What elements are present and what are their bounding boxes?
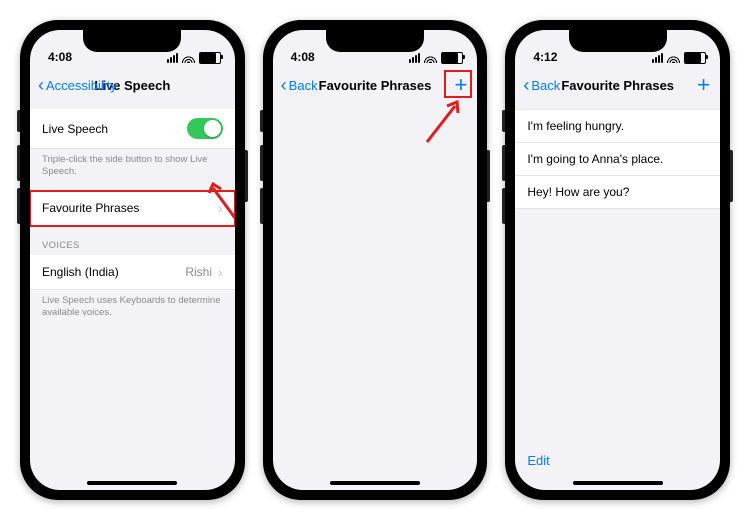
back-button[interactable]: ‹ Back xyxy=(281,76,318,94)
home-indicator[interactable] xyxy=(573,481,663,485)
cellular-icon xyxy=(167,53,178,63)
chevron-left-icon: ‹ xyxy=(281,76,287,94)
wifi-icon xyxy=(424,54,437,63)
favourite-phrases-row[interactable]: Favourite Phrases › xyxy=(30,191,235,226)
nav-bar: ‹ Back Favourite Phrases + xyxy=(515,67,720,103)
status-time: 4:08 xyxy=(291,50,315,64)
cellular-icon xyxy=(652,53,663,63)
notch xyxy=(326,30,424,52)
page-title: Favourite Phrases xyxy=(561,78,674,93)
edit-label: Edit xyxy=(527,453,549,468)
notch xyxy=(83,30,181,52)
wifi-icon xyxy=(667,54,680,63)
phrase-text: I'm going to Anna's place. xyxy=(527,152,663,166)
edit-button[interactable]: Edit xyxy=(527,453,549,468)
row-label: Favourite Phrases xyxy=(42,201,139,215)
screen-live-speech: 4:08 ‹ Accessibility Live Speech Live Sp… xyxy=(30,30,235,490)
live-speech-toggle-row[interactable]: Live Speech xyxy=(30,109,235,149)
wifi-icon xyxy=(182,54,195,63)
page-title: Favourite Phrases xyxy=(319,78,432,93)
home-indicator[interactable] xyxy=(87,481,177,485)
phrase-row[interactable]: I'm feeling hungry. xyxy=(515,109,720,143)
notch xyxy=(569,30,667,52)
voice-language: English (India) xyxy=(42,265,119,279)
screen-fav-phrases-list: 4:12 ‹ Back Favourite Phrases + I'm feel… xyxy=(515,30,720,490)
back-label: Back xyxy=(289,78,318,93)
phrase-text: Hey! How are you? xyxy=(527,185,629,199)
voices-note: Live Speech uses Keyboards to determine … xyxy=(30,290,235,332)
phone-frame-2: 4:08 ‹ Back Favourite Phrases + xyxy=(263,20,488,500)
row-label: Live Speech xyxy=(42,122,108,136)
status-time: 4:08 xyxy=(48,50,72,64)
status-time: 4:12 xyxy=(533,50,557,64)
battery-icon xyxy=(199,52,221,64)
cellular-icon xyxy=(409,53,420,63)
chevron-right-icon: › xyxy=(218,200,223,216)
home-indicator[interactable] xyxy=(330,481,420,485)
toggle-on[interactable] xyxy=(187,118,223,139)
phone-frame-1: 4:08 ‹ Accessibility Live Speech Live Sp… xyxy=(20,20,245,500)
phrase-row[interactable]: I'm going to Anna's place. xyxy=(515,143,720,176)
back-label: Back xyxy=(531,78,560,93)
voice-row[interactable]: English (India) Rishi › xyxy=(30,255,235,290)
battery-icon xyxy=(684,52,706,64)
back-button[interactable]: ‹ Accessibility xyxy=(38,76,117,94)
nav-bar: ‹ Back Favourite Phrases + xyxy=(273,67,478,103)
phrase-text: I'm feeling hungry. xyxy=(527,119,624,133)
nav-bar: ‹ Accessibility Live Speech xyxy=(30,67,235,103)
phone-frame-3: 4:12 ‹ Back Favourite Phrases + I'm feel… xyxy=(505,20,730,500)
back-button[interactable]: ‹ Back xyxy=(523,76,560,94)
add-button[interactable]: + xyxy=(697,74,710,96)
annotation-highlight xyxy=(444,70,472,98)
phrase-row[interactable]: Hey! How are you? xyxy=(515,176,720,209)
screen-fav-phrases-empty: 4:08 ‹ Back Favourite Phrases + xyxy=(273,30,478,490)
plus-icon: + xyxy=(697,72,710,97)
battery-icon xyxy=(441,52,463,64)
voice-name: Rishi xyxy=(185,265,212,279)
chevron-left-icon: ‹ xyxy=(523,76,529,94)
chevron-left-icon: ‹ xyxy=(38,76,44,94)
chevron-right-icon: › xyxy=(218,264,223,280)
voices-section-header: Voices xyxy=(30,226,235,255)
live-speech-note: Triple-click the side button to show Liv… xyxy=(30,149,235,191)
back-label: Accessibility xyxy=(46,78,117,93)
